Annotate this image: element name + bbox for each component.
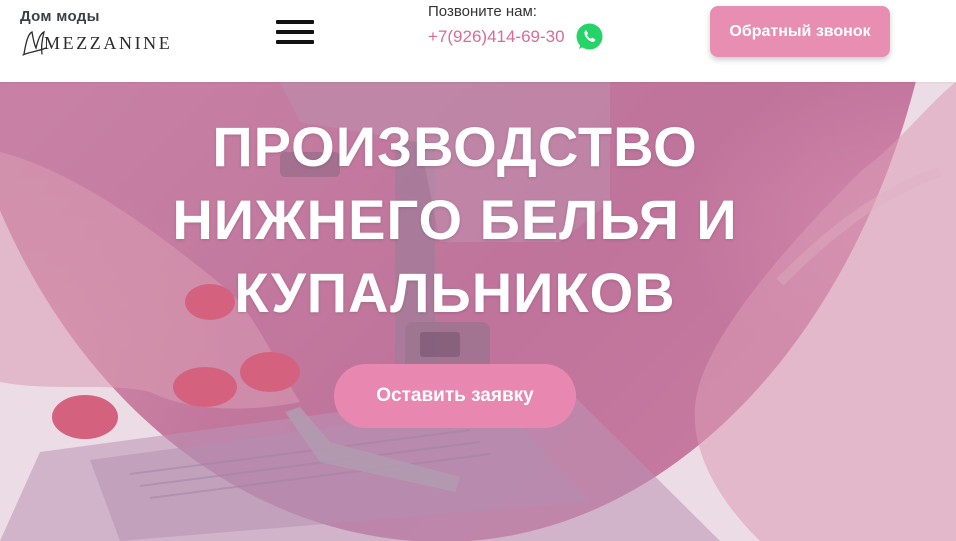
site-header: Дом моды MEZZANINE Позвоните нам: +7(926… [0,0,956,82]
hero-title: ПРОИЗВОДСТВО НИЖНЕГО БЕЛЬЯ И КУПАЛЬНИКОВ [100,110,810,329]
hero-title-line: КУПАЛЬНИКОВ [234,261,676,324]
hero-title-line: НИЖНЕГО БЕЛЬЯ И [172,188,738,251]
leave-request-button[interactable]: Оставить заявку [334,364,576,428]
brand-name: MEZZANINE [44,33,173,53]
hero-section: ПРОИЗВОДСТВО НИЖНЕГО БЕЛЬЯ И КУПАЛЬНИКОВ… [0,82,956,541]
hero-title-line: ПРОИЗВОДСТВО [212,115,698,178]
call-us-label: Позвоните нам: [428,3,537,20]
phone-link[interactable]: +7(926)414-69-30 [428,27,565,47]
whatsapp-icon[interactable] [575,22,604,51]
callback-button[interactable]: Обратный звонок [710,6,890,57]
hamburger-menu-icon[interactable] [276,20,314,44]
brand-tagline: Дом моды [20,8,100,25]
